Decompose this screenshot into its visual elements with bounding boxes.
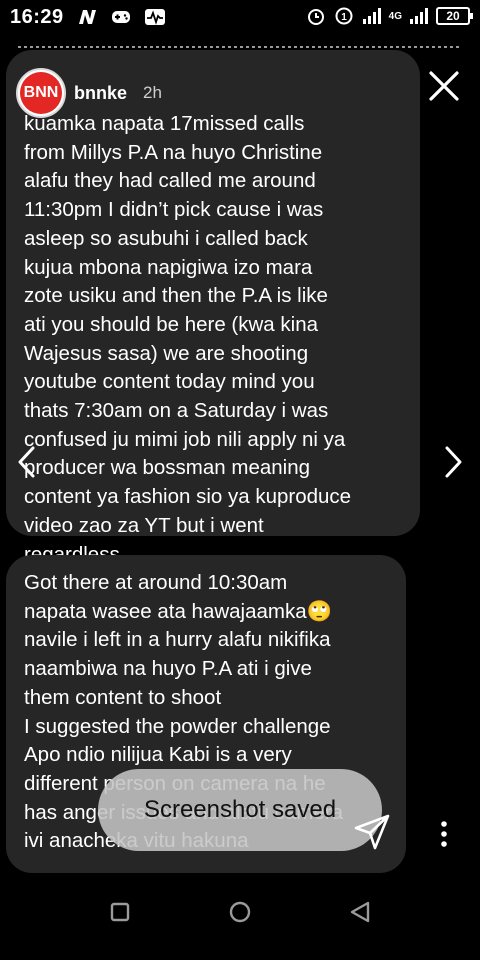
status-bar: 16:29 1 4G 20 (0, 0, 480, 38)
send-icon[interactable] (352, 812, 392, 852)
screenshot-toast: Screenshot saved (98, 769, 382, 851)
message-line: confused ju mimi job nili apply ni ya (24, 427, 346, 451)
message-line: thats 7:30am on a Saturday i was (24, 399, 329, 423)
message-line: from Millys P.A na huyo Christine (24, 140, 323, 164)
message-line: content ya fashion sio ya kuproduce (24, 485, 352, 509)
gamepad-icon (112, 11, 130, 23)
sim-1-icon: 1 (335, 7, 353, 25)
story-progress-bar (18, 46, 462, 48)
message-line: Got there at around 10:30am (24, 571, 288, 594)
message-line: navile i left in a hurry alafu nikifika (24, 628, 331, 652)
back-icon[interactable] (340, 892, 380, 932)
story-header[interactable]: BNN bnnke 2h (16, 68, 162, 118)
message-line: zote usiku and then the P.A is like (24, 284, 328, 308)
recents-icon[interactable] (100, 892, 140, 932)
message-line: kujua mbona napigiwa izo mara (24, 255, 313, 279)
avatar[interactable]: BNN (16, 68, 66, 118)
message-line: them content to shoot (24, 685, 222, 709)
message-line: ati you should be here (kwa kina (24, 312, 319, 336)
battery-indicator: 20 (436, 7, 473, 25)
alarm-icon (307, 9, 324, 25)
more-vertical-icon[interactable] (432, 818, 456, 850)
system-nav-bar (0, 880, 480, 960)
home-icon[interactable] (220, 892, 260, 932)
news-app-icon (79, 10, 96, 24)
activity-icon (145, 9, 165, 25)
message-line: Wajesus sasa) we are shooting (24, 341, 309, 365)
message-line: Apo ndio nilijua Kabi is a very (24, 743, 292, 767)
message-line: I suggested the powder challenge (24, 714, 331, 738)
message-line: napata wasee ata hawajaamka🙄 (24, 599, 333, 623)
message-line: producer wa bossman meaning (24, 456, 311, 480)
signal-1-icon (362, 8, 381, 24)
avatar-logo: BNN (20, 72, 62, 114)
network-type-label: 4G (388, 10, 402, 22)
message-line: alafu they had called me around (24, 169, 316, 193)
message-line: naambiwa na huyo P.A ati i give (24, 657, 312, 681)
message-bubble-1: kuamka napata 17missed calls from Millys … (6, 50, 420, 566)
message-line: asleep so asubuhi i called back (24, 226, 308, 250)
svg-text:1: 1 (341, 12, 347, 23)
post-time: 2h (143, 83, 162, 102)
signal-2-icon (410, 8, 428, 24)
message-1-text: kuamka napata 17missed calls from Millys … (24, 110, 410, 569)
message-line: 11:30pm I didn’t pick cause i was (24, 198, 324, 222)
message-line: video zao za YT but i went (24, 513, 264, 537)
close-icon[interactable] (426, 68, 462, 104)
toast-text: Screenshot saved (143, 796, 337, 823)
chevron-left-icon[interactable] (14, 444, 40, 480)
status-time: 16:29 (10, 6, 64, 28)
message-line: youtube content today mind you (24, 370, 315, 394)
username[interactable]: bnnke (74, 83, 127, 104)
chevron-right-icon[interactable] (440, 444, 466, 480)
